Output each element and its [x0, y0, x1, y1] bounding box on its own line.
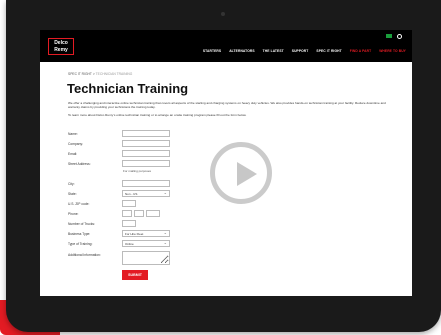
company-row: Company:: [68, 140, 218, 150]
email-label: Email:: [68, 152, 78, 156]
additional-info-field[interactable]: [122, 251, 170, 265]
logo-line1: Delco: [54, 40, 68, 46]
state-label: State:: [68, 192, 77, 196]
business-label: Business Type:: [68, 232, 91, 236]
phone-label: Phone:: [68, 212, 79, 216]
street-row: Street Address: For mailing purposes: [68, 160, 218, 178]
breadcrumb-separator: >: [92, 72, 95, 76]
nav-alternators[interactable]: ALTERNATORS: [229, 49, 254, 53]
city-label: City:: [68, 182, 75, 186]
delco-remy-logo[interactable]: Delco Remy: [48, 38, 74, 55]
city-row: City:: [68, 180, 218, 190]
camera-dot: [221, 12, 225, 16]
page-title: Technician Training: [67, 81, 189, 96]
main-nav: STARTERS ALTERNATORS THE LATEST SUPPORT …: [203, 49, 406, 53]
nav-find-a-part[interactable]: FIND A PART: [350, 49, 372, 53]
breadcrumb-parent[interactable]: SPEC IT RIGHT: [68, 72, 92, 76]
nav-where-to-buy[interactable]: WHERE TO BUY: [379, 49, 406, 53]
street-hint: For mailing purposes: [123, 169, 152, 173]
zip-row: U.S. ZIP code:: [68, 200, 218, 210]
city-field[interactable]: [122, 180, 170, 187]
tablet-frame: Delco Remy STARTERS ALTERNATORS THE LATE…: [6, 0, 441, 332]
trucks-row: Number of Trucks:: [68, 220, 218, 230]
intro-paragraph-2: To learn more about Delco Remy's online …: [68, 112, 247, 117]
nav-spec-it-right[interactable]: SPEC IT RIGHT: [316, 49, 341, 53]
company-field[interactable]: [122, 140, 170, 147]
name-row: Name:: [68, 130, 218, 140]
phone-prefix[interactable]: [134, 210, 144, 217]
site-header: Delco Remy STARTERS ALTERNATORS THE LATE…: [40, 30, 412, 62]
training-type-select[interactable]: Online: [122, 240, 170, 247]
company-label: Company:: [68, 142, 84, 146]
email-field[interactable]: [122, 150, 170, 157]
logo-line2: Remy: [54, 47, 68, 53]
phone-inputs: [122, 210, 160, 217]
state-select[interactable]: Non - US: [122, 190, 170, 197]
business-type-select[interactable]: For Hire Fleet: [122, 230, 170, 237]
training-row: Type of Training: Online: [68, 240, 218, 250]
breadcrumb-current: TECHNICIAN TRAINING: [95, 72, 133, 76]
flag-icon[interactable]: [386, 34, 392, 38]
trucks-field[interactable]: [122, 220, 136, 227]
play-icon[interactable]: [210, 142, 272, 204]
trucks-label: Number of Trucks:: [68, 222, 95, 226]
phone-area-code[interactable]: [122, 210, 132, 217]
user-icon[interactable]: [397, 34, 402, 39]
additional-label: Additional Information:: [68, 253, 101, 257]
nav-support[interactable]: SUPPORT: [292, 49, 309, 53]
intro-paragraph-1: We offer a challenging and interactive o…: [68, 101, 386, 110]
zip-label: U.S. ZIP code:: [68, 202, 90, 206]
additional-row: Additional Information:: [68, 251, 218, 267]
nav-starters[interactable]: STARTERS: [203, 49, 221, 53]
intro-text: We offer a challenging and interactive o…: [68, 101, 398, 120]
zip-field[interactable]: [122, 200, 136, 207]
street-label: Street Address:: [68, 162, 91, 166]
name-field[interactable]: [122, 130, 170, 137]
breadcrumb: SPEC IT RIGHT > TECHNICIAN TRAINING: [68, 72, 132, 76]
training-label: Type of Training:: [68, 242, 93, 246]
name-label: Name:: [68, 132, 78, 136]
street-field[interactable]: [122, 160, 170, 167]
phone-line[interactable]: [146, 210, 160, 217]
nav-the-latest[interactable]: THE LATEST: [263, 49, 284, 53]
phone-row: Phone:: [68, 210, 218, 220]
tablet-screen: Delco Remy STARTERS ALTERNATORS THE LATE…: [40, 30, 412, 296]
business-row: Business Type: For Hire Fleet: [68, 230, 218, 240]
email-row: Email:: [68, 150, 218, 160]
header-utility-icons: [386, 34, 402, 39]
submit-button[interactable]: SUBMIT: [122, 270, 148, 280]
state-row: State: Non - US: [68, 190, 218, 200]
